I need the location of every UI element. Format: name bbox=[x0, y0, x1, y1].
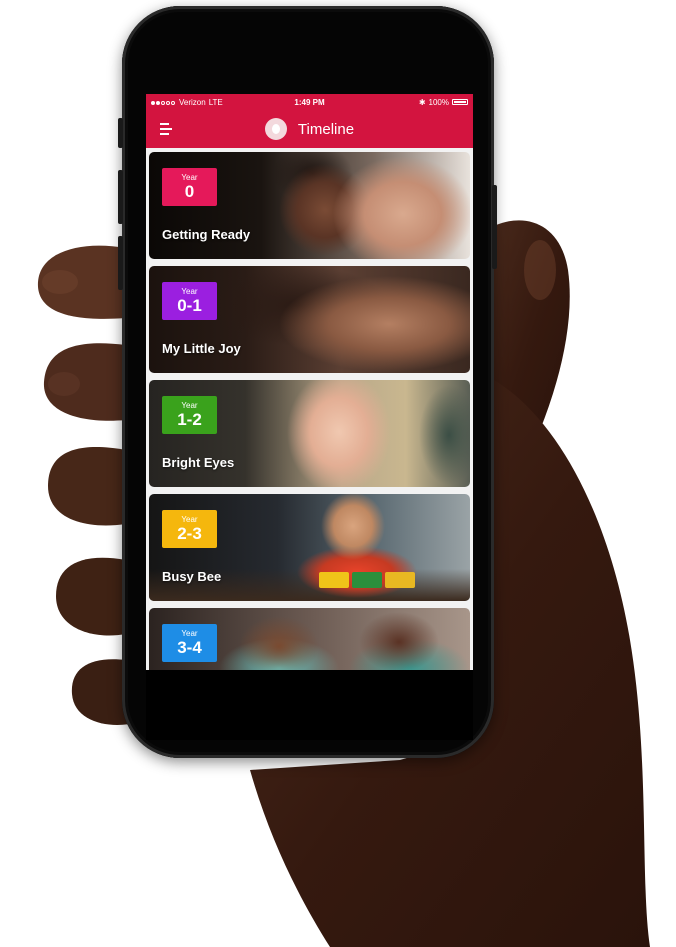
mute-switch bbox=[118, 118, 123, 148]
phone-bottom-bezel bbox=[146, 670, 473, 740]
battery-icon bbox=[452, 99, 468, 105]
toy-train bbox=[319, 572, 429, 590]
badge-year-label: Year bbox=[181, 401, 198, 410]
card-title: Bright Eyes bbox=[162, 455, 235, 470]
year-badge: Year 3-4 bbox=[162, 624, 217, 662]
app-logo-icon bbox=[264, 118, 287, 140]
timeline-list: Year 0 Getting Ready Year 0-1 My Little … bbox=[146, 148, 473, 670]
year-badge: Year 2-3 bbox=[162, 510, 217, 548]
badge-year-label: Year bbox=[181, 173, 198, 182]
card-title: My Little Joy bbox=[162, 341, 241, 356]
timeline-card-year-1-2[interactable]: Year 1-2 Bright Eyes bbox=[149, 380, 470, 487]
badge-year-label: Year bbox=[181, 629, 198, 638]
volume-down-button bbox=[118, 236, 123, 290]
badge-year-range: 3-4 bbox=[177, 638, 202, 657]
status-bar: Verizon LTE 1:49 PM ✱ 100% bbox=[146, 94, 473, 110]
badge-year-label: Year bbox=[181, 287, 198, 296]
timeline-card-year-3-4[interactable]: Year 3-4 bbox=[149, 608, 470, 670]
bluetooth-icon: ✱ bbox=[418, 97, 426, 107]
network-label: LTE bbox=[208, 97, 223, 107]
year-badge: Year 0 bbox=[162, 168, 217, 206]
power-button bbox=[492, 185, 497, 269]
year-badge: Year 0-1 bbox=[162, 282, 217, 320]
timeline-card-year-0[interactable]: Year 0 Getting Ready bbox=[149, 152, 470, 259]
timeline-card-year-2-3[interactable]: Year 2-3 Busy Bee bbox=[149, 494, 470, 601]
badge-year-range: 0 bbox=[184, 182, 195, 201]
volume-up-button bbox=[118, 170, 123, 224]
badge-year-range: 2-3 bbox=[177, 524, 202, 543]
badge-year-range: 0-1 bbox=[177, 296, 202, 315]
year-badge: Year 1-2 bbox=[162, 396, 217, 434]
carrier-label: Verizon bbox=[179, 97, 206, 107]
status-time: 1:49 PM bbox=[294, 97, 325, 107]
badge-year-range: 1-2 bbox=[177, 410, 202, 429]
page-title: Timeline bbox=[297, 120, 355, 138]
badge-year-label: Year bbox=[181, 515, 198, 524]
phone-screen: Verizon LTE 1:49 PM ✱ 100% Timeline Year… bbox=[146, 94, 473, 670]
hamburger-menu-icon[interactable] bbox=[160, 123, 174, 135]
timeline-card-year-0-1[interactable]: Year 0-1 My Little Joy bbox=[149, 266, 470, 373]
signal-strength-icon bbox=[151, 98, 176, 107]
nav-bar: Timeline bbox=[146, 110, 473, 148]
card-title: Getting Ready bbox=[162, 227, 251, 242]
card-title: Busy Bee bbox=[162, 569, 222, 584]
battery-percent: 100% bbox=[428, 97, 449, 107]
